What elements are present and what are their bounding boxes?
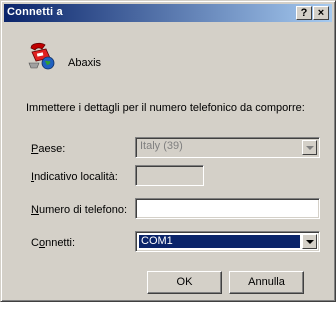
title-bar[interactable]: Connetti a ? ×: [4, 4, 332, 22]
instructions-text: Immettere i dettagli per il numero telef…: [26, 102, 305, 114]
chevron-down-icon: [306, 240, 314, 244]
connect-using-label: Connetti:: [31, 237, 76, 249]
area-code-label: Indicativo località:: [31, 171, 118, 183]
phone-connection-icon: [28, 42, 55, 70]
connect-using-select[interactable]: COM1: [135, 231, 320, 252]
cancel-button[interactable]: Annulla: [229, 271, 304, 294]
connect-using-dropdown-arrow[interactable]: [302, 234, 317, 249]
help-button[interactable]: ?: [296, 6, 312, 20]
country-label: Paese:: [31, 143, 66, 155]
connection-name: Abaxis: [68, 57, 102, 69]
phone-number-label: Numero di telefono:: [31, 204, 128, 216]
window-title: Connetti a: [7, 6, 63, 18]
area-code-input[interactable]: [135, 165, 204, 186]
close-button[interactable]: ×: [313, 6, 329, 20]
connect-to-dialog: Connetti a ? × Abaxis Immettere i dettag…: [0, 0, 336, 302]
country-value: Italy (39): [140, 140, 183, 152]
phone-number-input[interactable]: [135, 198, 320, 219]
selection-highlight: COM1: [139, 235, 300, 248]
connect-using-value: COM1: [141, 235, 173, 247]
country-dropdown-arrow[interactable]: [302, 140, 317, 155]
chevron-down-icon: [306, 146, 314, 150]
country-select[interactable]: Italy (39): [135, 137, 320, 158]
ok-button[interactable]: OK: [147, 271, 222, 294]
